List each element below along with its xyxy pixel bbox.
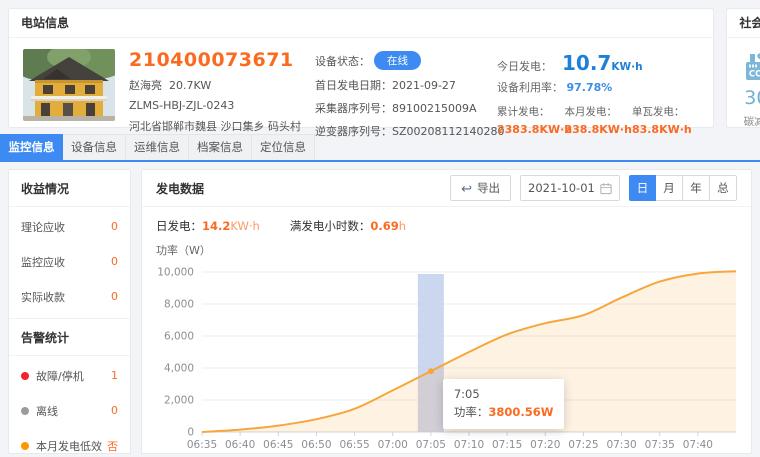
total-generation: 累计发电： 2383.8KW·h <box>497 104 564 136</box>
collector-sn: 89100215009A <box>392 102 477 115</box>
svg-text:07:40: 07:40 <box>683 439 713 451</box>
contribution-panel-title: 社会贡献 <box>727 9 760 38</box>
generation-data-panel: 发电数据 ↩ 导出 <box>141 169 752 454</box>
station-code: ZLMS-HBJ-ZJL-0243 <box>129 99 301 112</box>
utilization: 设备利用率： 97.78% <box>497 79 699 95</box>
inverter-row: 逆变器序列号： SZ00208112140280 <box>315 123 483 139</box>
svg-text:6,000: 6,000 <box>164 331 194 343</box>
low-efficiency-dot-icon <box>21 442 29 450</box>
left-sidebar: 收益情况 理论应收 0 监控应收 0 实际收款 0 <box>8 169 131 454</box>
svg-text:0: 0 <box>187 427 194 439</box>
tab-archive-info[interactable]: 档案信息 <box>189 134 252 160</box>
social-contribution-panel: 社会贡献 CO₂ <box>726 8 760 128</box>
station-photo <box>23 49 115 121</box>
full-hours-stat: 满发电小时数：0.69h <box>290 218 406 234</box>
station-id: 210400073671 <box>129 49 301 71</box>
svg-text:07:30: 07:30 <box>606 439 636 451</box>
device-status-label: 设备状态： <box>315 53 370 69</box>
per-watt-generation: 单瓦发电： 83.8KW·h <box>632 104 699 136</box>
station-owner-capacity: 赵海亮 20.7KW <box>129 77 301 93</box>
revenue-row-monitored: 监控应收 0 <box>21 244 118 279</box>
today-generation: 今日发电： 10.7 KW·h <box>497 51 699 75</box>
carbon-reduction-label: 碳减排 <box>731 114 760 129</box>
calendar-icon <box>600 182 612 195</box>
device-status-row: 设备状态： 在线 <box>315 51 483 70</box>
first-gen-row: 首日发电日期： 2021-09-27 <box>315 77 483 93</box>
collector-row: 采集器序列号： 89100215009A <box>315 100 483 116</box>
range-year-button[interactable]: 年 <box>683 175 710 201</box>
alarm-section: 告警统计 故障/停机 1 离线 0 本月发电低效 <box>9 318 130 457</box>
tab-monitor-info[interactable]: 监控信息 <box>0 134 63 160</box>
range-segmented-control: 日 月 年 总 <box>629 175 737 201</box>
carbon-reduction-value: 30 <box>744 87 760 109</box>
alarm-row-low-efficiency: 本月发电低效 否 <box>21 428 118 457</box>
svg-text:06:45: 06:45 <box>263 439 293 451</box>
svg-text:06:50: 06:50 <box>301 439 331 451</box>
alarm-row-fault: 故障/停机 1 <box>21 358 118 393</box>
svg-text:07:15: 07:15 <box>492 439 522 451</box>
revenue-title: 收益情况 <box>9 170 130 207</box>
tab-location-info[interactable]: 定位信息 <box>252 134 315 160</box>
first-gen-date: 2021-09-27 <box>392 79 456 92</box>
revenue-row-theoretical: 理论应收 0 <box>21 209 118 244</box>
tab-device-info[interactable]: 设备信息 <box>63 134 126 160</box>
svg-text:07:05: 07:05 <box>416 439 446 451</box>
svg-text:07:00: 07:00 <box>378 439 408 451</box>
station-address: 河北省邯郸市魏县 沙口集乡 码头村 <box>129 118 301 134</box>
chart-panel-title: 发电数据 <box>156 180 204 197</box>
top-row: 电站信息 <box>8 8 752 128</box>
co2-factory-icon: CO₂ <box>731 49 760 83</box>
station-owner: 赵海亮 <box>129 79 162 92</box>
export-arrow-icon: ↩ <box>461 182 472 195</box>
today-generation-value: 10.7 <box>562 51 611 75</box>
station-info-panel: 电站信息 <box>8 8 714 128</box>
svg-text:06:40: 06:40 <box>225 439 255 451</box>
svg-text:8,000: 8,000 <box>164 299 194 311</box>
station-capacity: 20.7KW <box>169 79 211 92</box>
tab-operation-info[interactable]: 运维信息 <box>126 134 189 160</box>
station-panel-title: 电站信息 <box>9 9 713 38</box>
chart-canvas[interactable]: 0 2,000 4,000 6,000 8,000 10,000 06:35 06:40 06:… <box>156 260 741 457</box>
svg-text:07:35: 07:35 <box>645 439 675 451</box>
alarm-row-offline: 离线 0 <box>21 393 118 428</box>
online-status-badge: 在线 <box>374 51 421 70</box>
revenue-section: 收益情况 理论应收 0 监控应收 0 实际收款 0 <box>9 170 130 318</box>
power-area-chart[interactable]: 0 2,000 4,000 6,000 8,000 10,000 06:35 06:40 06:… <box>156 260 737 457</box>
svg-text:CO₂: CO₂ <box>749 70 760 80</box>
inverter-sn: SZ00208112140280 <box>392 125 505 138</box>
export-button[interactable]: ↩ 导出 <box>450 175 511 201</box>
offline-dot-icon <box>21 407 29 415</box>
svg-text:4,000: 4,000 <box>164 363 194 375</box>
dashboard-page: 电站信息 <box>0 0 760 457</box>
svg-text:07:25: 07:25 <box>568 439 598 451</box>
house-illustration <box>23 49 115 121</box>
month-generation: 本月发电： 238.8KW·h <box>564 104 631 136</box>
utilization-value: 97.78% <box>567 81 613 94</box>
range-total-button[interactable]: 总 <box>710 175 737 201</box>
fault-dot-icon <box>21 372 29 380</box>
range-month-button[interactable]: 月 <box>656 175 683 201</box>
revenue-row-actual: 实际收款 0 <box>21 279 118 314</box>
svg-text:2,000: 2,000 <box>164 395 194 407</box>
range-day-button[interactable]: 日 <box>629 175 656 201</box>
daily-generation-stat: 日发电：14.2KW·h <box>156 218 260 234</box>
svg-text:10,000: 10,000 <box>157 267 194 279</box>
svg-text:07:20: 07:20 <box>530 439 560 451</box>
svg-text:06:35: 06:35 <box>187 439 217 451</box>
svg-text:06:55: 06:55 <box>339 439 369 451</box>
svg-text:07:10: 07:10 <box>454 439 484 451</box>
alarm-title: 告警统计 <box>9 319 130 356</box>
date-input[interactable] <box>528 181 600 195</box>
carbon-reduction-item: CO₂ 30t 碳减排 <box>731 49 760 129</box>
date-picker[interactable] <box>520 175 620 201</box>
y-axis-title: 功率（W） <box>142 234 751 258</box>
